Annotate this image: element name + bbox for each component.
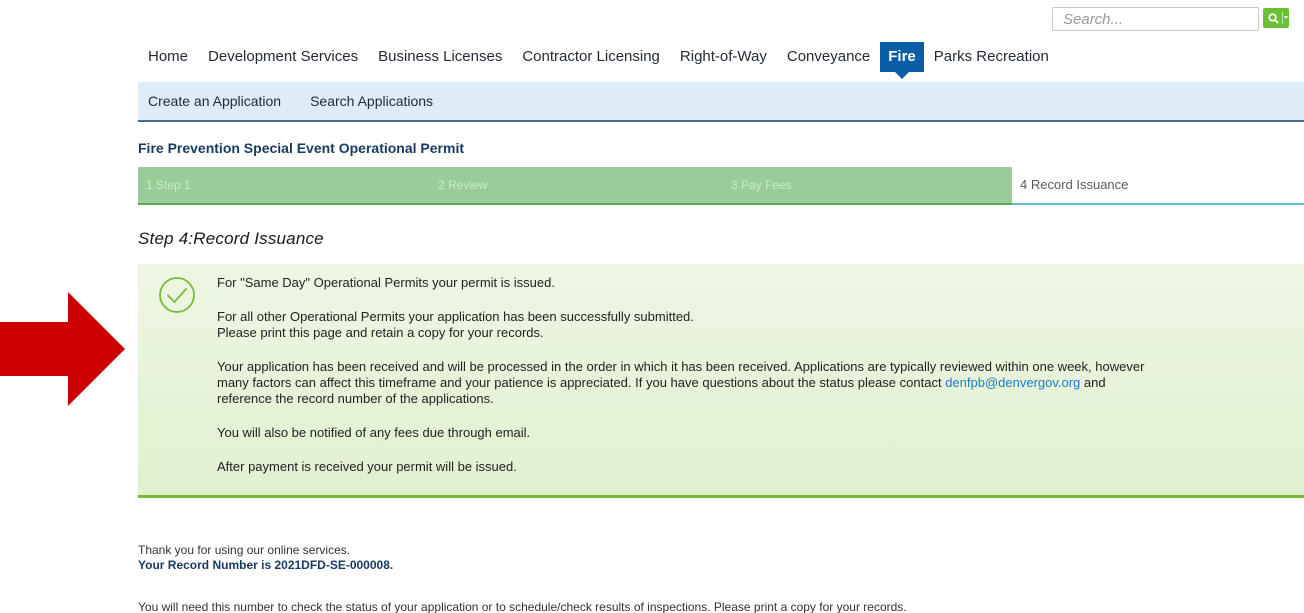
right-arrow-icon xyxy=(0,292,125,406)
message-payment: After payment is received your permit wi… xyxy=(217,459,517,474)
progress-steps: 1 Step 1 2 Review 3 Pay Fees 4 Record Is… xyxy=(138,167,1304,205)
nav-right-of-way[interactable]: Right-of-Way xyxy=(670,42,777,72)
search-icon xyxy=(1268,12,1279,24)
nav-conveyance[interactable]: Conveyance xyxy=(777,42,880,72)
search-input[interactable] xyxy=(1052,7,1259,31)
message-processing-2: many factors can affect this timeframe a… xyxy=(217,375,1292,391)
nav-home[interactable]: Home xyxy=(138,42,198,72)
permit-title: Fire Prevention Special Event Operationa… xyxy=(138,140,464,156)
step-review: 2 Review xyxy=(430,167,723,205)
message-same-day: For "Same Day" Operational Permits your … xyxy=(217,275,555,290)
nav-development-services[interactable]: Development Services xyxy=(198,42,368,72)
search-button[interactable] xyxy=(1263,8,1289,28)
step-record-issuance: 4 Record Issuance xyxy=(1012,167,1304,205)
nav-parks-recreation[interactable]: Parks Recreation xyxy=(924,42,1059,72)
search-button-divider xyxy=(1282,12,1283,24)
message-processing-text: many factors can affect this timeframe a… xyxy=(217,375,946,390)
message-processing-tail: and xyxy=(1080,375,1106,390)
message-submitted: For all other Operational Permits your a… xyxy=(217,309,694,324)
record-note: You will need this number to check the s… xyxy=(138,600,907,613)
message-print: Please print this page and retain a copy… xyxy=(217,325,544,340)
chevron-down-icon[interactable] xyxy=(1284,16,1288,19)
sub-navigation: Create an Application Search Application… xyxy=(138,82,1304,122)
step-heading: Step 4:Record Issuance xyxy=(138,229,324,248)
success-message-box: For "Same Day" Operational Permits your … xyxy=(138,264,1304,498)
thank-you-text: Thank you for using our online services. xyxy=(138,543,351,557)
record-number: Your Record Number is 2021DFD-SE-000008. xyxy=(138,558,394,572)
message-processing-3: reference the record number of the appli… xyxy=(217,391,494,406)
search-applications-link[interactable]: Search Applications xyxy=(310,93,433,109)
nav-business-licenses[interactable]: Business Licenses xyxy=(368,42,512,72)
nav-fire[interactable]: Fire xyxy=(880,42,924,79)
create-application-link[interactable]: Create an Application xyxy=(148,93,281,109)
message-fees: You will also be notified of any fees du… xyxy=(217,425,531,440)
check-circle-icon xyxy=(159,277,195,313)
contact-email-link[interactable]: denfpb@denvergov.org xyxy=(945,375,1080,390)
step-pay-fees: 3 Pay Fees xyxy=(723,167,1012,205)
message-processing-1: Your application has been received and w… xyxy=(217,359,1145,374)
step-1: 1 Step 1 xyxy=(138,167,430,205)
main-navigation: Home Development Services Business Licen… xyxy=(138,42,1059,79)
search-box xyxy=(1052,7,1285,31)
nav-contractor-licensing[interactable]: Contractor Licensing xyxy=(512,42,670,72)
